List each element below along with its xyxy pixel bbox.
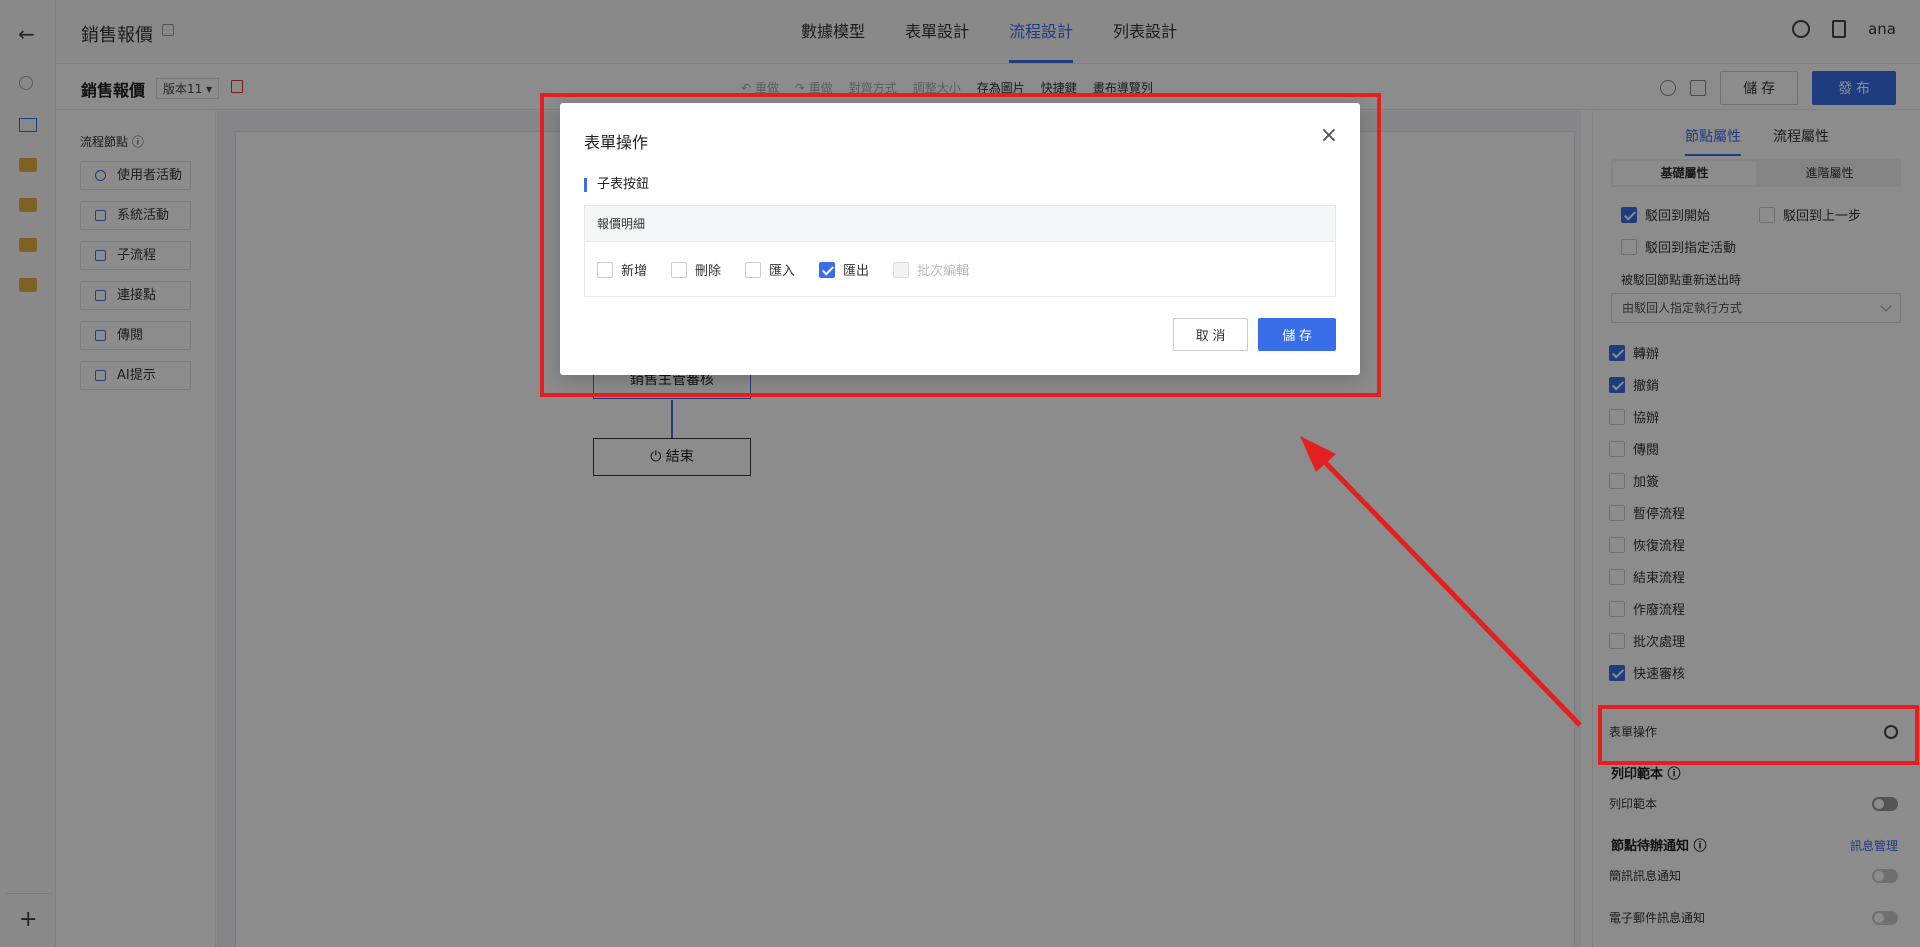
annotation-arrow (1300, 436, 1582, 727)
